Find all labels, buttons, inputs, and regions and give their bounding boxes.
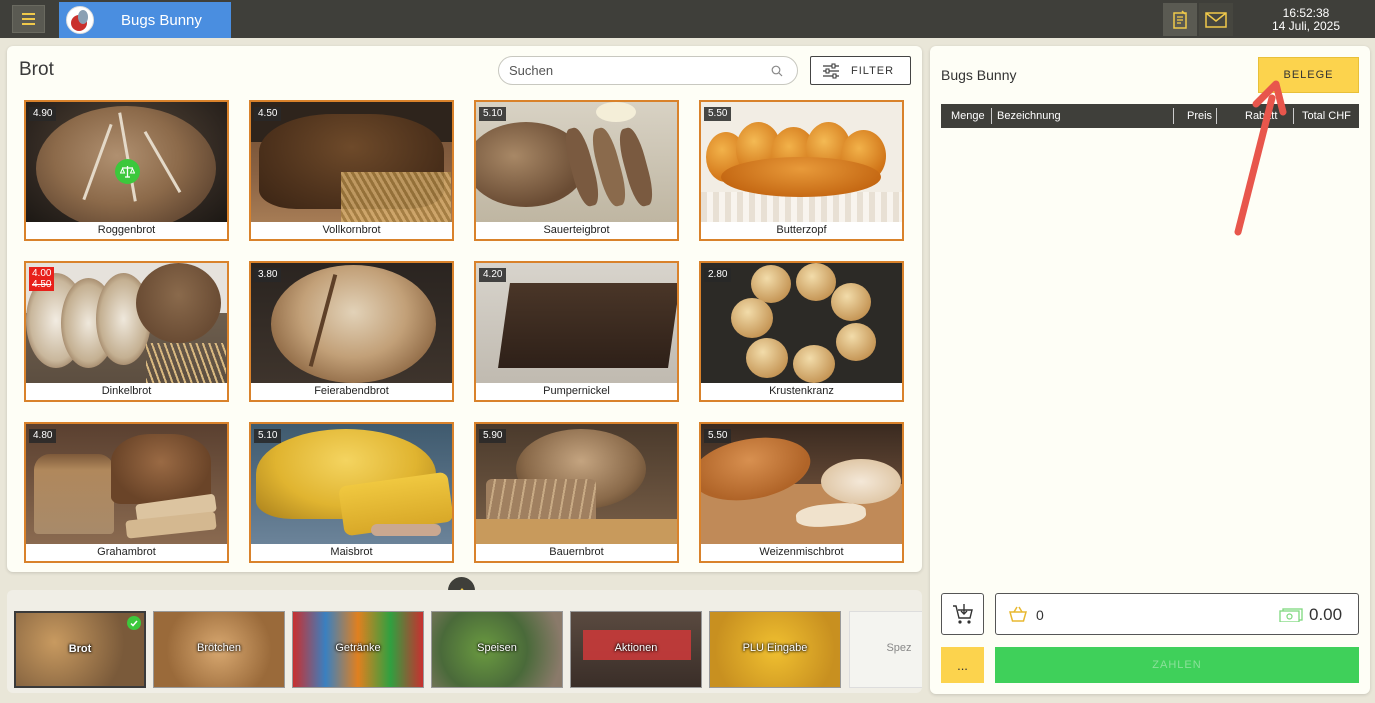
price-badge: 5.90 — [479, 429, 507, 443]
category-plu-eingabe[interactable]: PLU Eingabe — [709, 611, 841, 688]
product-tile-vollkornbrot[interactable]: 4.50 Vollkornbrot — [249, 100, 454, 241]
filter-label: FILTER — [851, 64, 895, 77]
category-label: Speisen — [477, 642, 517, 654]
price-badge: 5.10 — [254, 429, 282, 443]
category-speisen[interactable]: Speisen — [431, 611, 563, 688]
search-input[interactable] — [509, 57, 759, 84]
column-divider — [1293, 108, 1294, 124]
top-bar: Bugs Bunny 16:52:38 14 Juli, 2025 — [0, 0, 1375, 38]
product-name: Dinkelbrot — [26, 383, 227, 400]
product-name: Pumpernickel — [476, 383, 677, 400]
item-count: 0 — [1036, 607, 1044, 623]
category-strip: Brot Brötchen Getränke Speisen Aktionen … — [7, 590, 922, 693]
price-badge: 3.80 — [254, 268, 282, 282]
product-name: Roggenbrot — [26, 222, 227, 239]
category-label: Spez — [886, 642, 912, 654]
scale-icon — [115, 159, 140, 184]
category-label: Brötchen — [196, 642, 242, 654]
category-brot[interactable]: Brot — [14, 611, 146, 688]
cart-add-button[interactable] — [941, 593, 984, 635]
user-avatar — [66, 6, 94, 34]
totals-bar: 0 0.00 — [995, 593, 1359, 635]
filter-button[interactable]: FILTER — [810, 56, 911, 85]
order-table-header: Menge Bezeichnung Preis Rabatt Total CHF — [941, 104, 1359, 128]
pay-button[interactable]: ZAHLEN — [995, 647, 1359, 683]
category-title: Brot — [19, 59, 54, 80]
product-name: Maisbrot — [251, 544, 452, 561]
price-badge: 5.50 — [704, 429, 732, 443]
product-name: Bauernbrot — [476, 544, 677, 561]
product-name: Sauerteigbrot — [476, 222, 677, 239]
product-tile-dinkelbrot[interactable]: 4.00 4.50 Dinkelbrot — [24, 261, 229, 402]
sliders-icon — [823, 63, 839, 78]
product-tile-krustenkranz[interactable]: 2.80 Krustenkranz — [699, 261, 904, 402]
column-divider — [1173, 108, 1174, 124]
product-panel: Brot FILTER 4.90 Roggenbrot 4.50 Vollkor… — [7, 46, 922, 572]
product-tile-maisbrot[interactable]: 5.10 Maisbrot — [249, 422, 454, 563]
user-tab[interactable]: Bugs Bunny — [59, 2, 231, 38]
price-badge: 5.10 — [479, 107, 507, 121]
user-name: Bugs Bunny — [121, 11, 202, 29]
mail-icon[interactable] — [1199, 3, 1233, 36]
old-price: 4.50 — [32, 279, 52, 290]
product-name: Feierabendbrot — [251, 383, 452, 400]
clock-date: 14 Juli, 2025 — [1271, 19, 1341, 33]
product-tile-weizenmischbrot[interactable]: 5.50 Weizenmischbrot — [699, 422, 904, 563]
product-name: Weizenmischbrot — [701, 544, 902, 561]
price-badge: 4.80 — [29, 429, 57, 443]
clock: 16:52:38 14 Juli, 2025 — [1250, 7, 1362, 33]
more-options-button[interactable]: ... — [941, 647, 984, 683]
product-tile-pumpernickel[interactable]: 4.20 Pumpernickel — [474, 261, 679, 402]
product-tile-feierabendbrot[interactable]: 3.80 Feierabendbrot — [249, 261, 454, 402]
cart-download-icon — [952, 604, 973, 624]
notes-icon[interactable] — [1163, 3, 1197, 36]
price-badge: 4.50 — [254, 107, 282, 121]
product-name: Butterzopf — [701, 222, 902, 239]
column-divider — [1216, 108, 1217, 124]
price-badge: 4.90 — [29, 107, 57, 121]
col-menge: Menge — [951, 110, 985, 122]
category-getraenke[interactable]: Getränke — [292, 611, 424, 688]
product-name: Grahambrot — [26, 544, 227, 561]
category-aktionen[interactable]: Aktionen — [570, 611, 702, 688]
checkmark-icon — [127, 616, 141, 630]
product-image — [26, 263, 227, 383]
order-panel: Bugs Bunny BELEGE Menge Bezeichnung Prei… — [930, 46, 1370, 694]
cash-icon — [1279, 608, 1303, 622]
total-amount: 0.00 — [1309, 605, 1343, 624]
search-icon — [771, 65, 783, 77]
category-label: Aktionen — [614, 642, 658, 654]
basket-icon — [1009, 606, 1027, 622]
search-box[interactable] — [498, 56, 798, 85]
sale-price: 4.00 — [32, 268, 52, 279]
column-divider — [991, 108, 992, 124]
product-tile-sauerteigbrot[interactable]: 5.10 Sauerteigbrot — [474, 100, 679, 241]
col-preis: Preis — [1187, 110, 1213, 122]
price-badge: 2.80 — [704, 268, 732, 282]
category-label: PLU Eingabe — [742, 642, 808, 654]
category-spez[interactable]: Spez — [849, 611, 922, 688]
annotation-arrow — [1234, 80, 1287, 236]
product-tile-butterzopf[interactable]: 5.50 Butterzopf — [699, 100, 904, 241]
price-badge: 5.50 — [704, 107, 732, 121]
product-tile-bauernbrot[interactable]: 5.90 Bauernbrot — [474, 422, 679, 563]
category-label: Brot — [68, 643, 92, 655]
customer-name: Bugs Bunny — [941, 67, 1017, 83]
product-name: Krustenkranz — [701, 383, 902, 400]
col-total: Total CHF — [1302, 110, 1351, 122]
product-name: Vollkornbrot — [251, 222, 452, 239]
sale-price-badge: 4.00 4.50 — [29, 267, 55, 291]
price-badge: 4.20 — [479, 268, 507, 282]
col-bezeichnung: Bezeichnung — [997, 110, 1061, 122]
product-tile-grahambrot[interactable]: 4.80 Grahambrot — [24, 422, 229, 563]
product-tile-roggenbrot[interactable]: 4.90 Roggenbrot — [24, 100, 229, 241]
hamburger-menu-button[interactable] — [12, 5, 45, 33]
category-label: Getränke — [335, 642, 381, 654]
category-broetchen[interactable]: Brötchen — [153, 611, 285, 688]
